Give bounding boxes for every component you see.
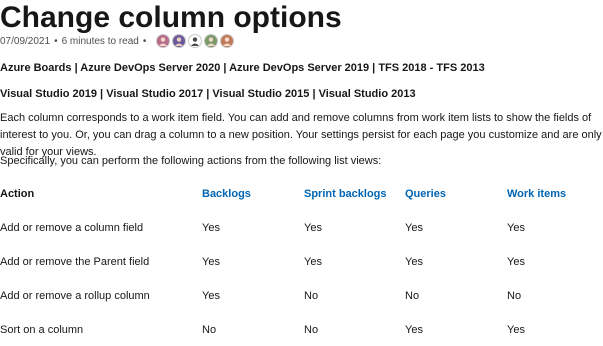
queries-cell: Yes xyxy=(405,324,423,336)
table-row: Sort on a column No No Yes Yes xyxy=(0,316,603,346)
work-items-cell: Yes xyxy=(507,256,525,268)
applies-to-clients: Visual Studio 2019 | Visual Studio 2017 … xyxy=(0,88,416,100)
meta-separator: • xyxy=(142,35,147,47)
queries-cell: Yes xyxy=(405,222,423,234)
sprint-backlogs-cell: No xyxy=(304,290,319,302)
table-row: Add or remove a rollup column Yes No No … xyxy=(0,282,603,312)
contributor-avatar-icon[interactable] xyxy=(204,34,219,48)
column-header-work-items[interactable]: Work items xyxy=(507,188,566,200)
backlogs-cell: No xyxy=(202,324,217,336)
page-title: Change column options xyxy=(0,1,342,34)
work-items-cell: Yes xyxy=(507,324,525,336)
table-row: Add or remove a column field Yes Yes Yes… xyxy=(0,214,603,244)
article-metadata: 07/09/2021 • 6 minutes to read • xyxy=(0,32,236,50)
column-header-sprint-backlogs[interactable]: Sprint backlogs xyxy=(304,188,387,200)
sprint-backlogs-cell: Yes xyxy=(304,256,322,268)
column-header-queries[interactable]: Queries xyxy=(405,188,446,200)
column-header-backlogs[interactable]: Backlogs xyxy=(202,188,251,200)
contributor-avatar-icon[interactable] xyxy=(188,34,203,48)
backlogs-cell: Yes xyxy=(202,256,220,268)
publish-date: 07/09/2021 xyxy=(0,35,51,47)
queries-cell: Yes xyxy=(405,256,423,268)
action-cell: Add or remove a column field xyxy=(0,222,144,234)
actions-intro: Specifically, you can perform the follow… xyxy=(0,155,382,167)
action-cell: Sort on a column xyxy=(0,324,84,336)
read-time: 6 minutes to read xyxy=(61,35,139,47)
action-cell: Add or remove a rollup column xyxy=(0,290,150,302)
action-cell: Add or remove the Parent field xyxy=(0,256,150,268)
sprint-backlogs-cell: Yes xyxy=(304,222,322,234)
queries-cell: No xyxy=(405,290,420,302)
table-header-row: Action Backlogs Sprint backlogs Queries … xyxy=(0,180,603,210)
contributors-list xyxy=(156,34,236,48)
contributor-avatar-icon[interactable] xyxy=(156,34,171,48)
applies-to-products: Azure Boards | Azure DevOps Server 2020 … xyxy=(0,62,485,74)
backlogs-cell: Yes xyxy=(202,290,220,302)
work-items-cell: Yes xyxy=(507,222,525,234)
sprint-backlogs-cell: No xyxy=(304,324,319,336)
contributor-avatar-icon[interactable] xyxy=(172,34,187,48)
table-row: Add or remove the Parent field Yes Yes Y… xyxy=(0,248,603,278)
contributor-avatar-icon[interactable] xyxy=(220,34,235,48)
work-items-cell: No xyxy=(507,290,522,302)
article: Change column options 07/09/2021 • 6 min… xyxy=(0,0,603,343)
meta-separator: • xyxy=(54,35,58,47)
backlogs-cell: Yes xyxy=(202,222,220,234)
column-header-action: Action xyxy=(0,188,35,200)
